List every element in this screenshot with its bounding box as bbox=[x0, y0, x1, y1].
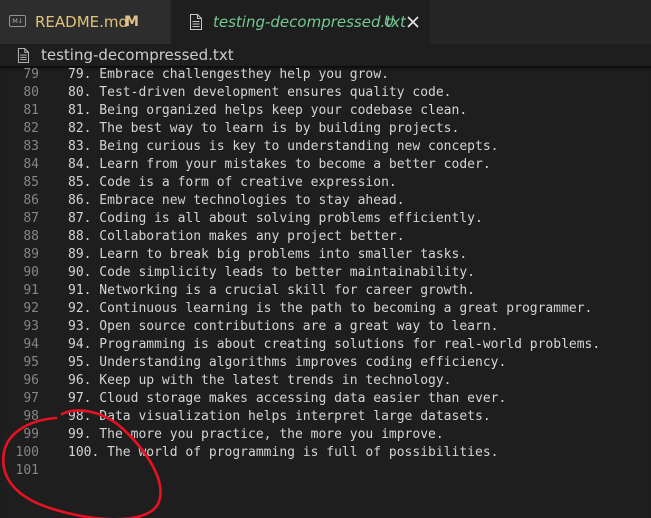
line-text: 87. Coding is all about solving problems… bbox=[68, 211, 483, 226]
line-text: 99. The more you practice, the more you … bbox=[68, 427, 444, 442]
code-line[interactable]: 91 91. Networking is a crucial skill for … bbox=[0, 282, 651, 300]
code-line[interactable]: 80 80. Test-driven development ensures qu… bbox=[0, 84, 651, 102]
line-text: 98. Data visualization helps interpret l… bbox=[68, 409, 491, 424]
code-line[interactable]: 92 92. Continuous learning is the path to… bbox=[0, 300, 651, 318]
line-number: 80 bbox=[23, 85, 39, 100]
line-number: 82 bbox=[23, 121, 39, 136]
line-text: 97. Cloud storage makes accessing data e… bbox=[68, 391, 507, 406]
code-line[interactable]: 84 84. Learn from your mistakes to become… bbox=[0, 156, 651, 174]
line-number: 92 bbox=[23, 301, 39, 316]
code-line[interactable]: 98 98. Data visualization helps interpret… bbox=[0, 408, 651, 426]
tab-readme-label: README.md bbox=[35, 13, 129, 31]
line-number: 97 bbox=[23, 391, 39, 406]
tab-readme[interactable]: M↓ README.md M bbox=[0, 0, 171, 44]
line-number: 94 bbox=[23, 337, 39, 352]
line-number: 95 bbox=[23, 355, 39, 370]
markdown-icon: M↓ bbox=[9, 15, 26, 27]
line-number: 79 bbox=[23, 67, 39, 82]
line-number: 89 bbox=[23, 247, 39, 262]
untracked-badge: U bbox=[384, 14, 395, 30]
code-line[interactable]: 100 100. The world of programming is full… bbox=[0, 444, 651, 462]
line-text: 90. Code simplicity leads to better main… bbox=[68, 265, 475, 280]
breadcrumb-file[interactable]: testing-decompressed.txt bbox=[41, 46, 234, 64]
tab-testing-decompressed-label: testing-decompressed.txt bbox=[213, 13, 406, 31]
line-number: 99 bbox=[23, 427, 39, 442]
line-text: 92. Continuous learning is the path to b… bbox=[68, 301, 593, 316]
code-line[interactable]: 79 79. Embrace challengesthey help you gr… bbox=[0, 66, 651, 84]
code-line[interactable]: 89 89. Learn to break big problems into s… bbox=[0, 246, 651, 264]
breadcrumb: testing-decompressed.txt bbox=[0, 44, 651, 66]
line-text: 79. Embrace challengesthey help you grow… bbox=[68, 67, 389, 82]
line-text: 88. Collaboration makes any project bett… bbox=[68, 229, 405, 244]
modified-badge: M bbox=[125, 14, 139, 30]
text-file-icon bbox=[17, 48, 29, 63]
code-line[interactable]: 101 bbox=[0, 462, 651, 480]
line-number: 91 bbox=[23, 283, 39, 298]
line-number: 85 bbox=[23, 175, 39, 190]
code-line[interactable]: 81 81. Being organized helps keep your co… bbox=[0, 102, 651, 120]
line-number: 81 bbox=[23, 103, 39, 118]
line-text: 82. The best way to learn is by building… bbox=[68, 121, 460, 136]
code-line[interactable]: 95 95. Understanding algorithms improves … bbox=[0, 354, 651, 372]
line-text: 94. Programming is about creating soluti… bbox=[68, 337, 601, 352]
line-text: 93. Open source contributions are a grea… bbox=[68, 319, 499, 334]
tab-testing-decompressed[interactable]: testing-decompressed.txt U bbox=[172, 0, 430, 44]
code-line[interactable]: 93 93. Open source contributions are a gr… bbox=[0, 318, 651, 336]
line-text: 95. Understanding algorithms improves co… bbox=[68, 355, 507, 370]
line-text: 100. The world of programming is full of… bbox=[68, 445, 499, 460]
line-text: 86. Embrace new technologies to stay ahe… bbox=[68, 193, 405, 208]
line-text: 81. Being organized helps keep your code… bbox=[68, 103, 468, 118]
line-number: 84 bbox=[23, 157, 39, 172]
text-file-icon bbox=[190, 14, 202, 30]
line-number: 98 bbox=[23, 409, 39, 424]
line-number: 90 bbox=[23, 265, 39, 280]
code-line[interactable]: 87 87. Coding is all about solving proble… bbox=[0, 210, 651, 228]
tab-bar: M↓ README.md M testing-decompressed.txt … bbox=[0, 0, 651, 44]
line-number: 86 bbox=[23, 193, 39, 208]
close-icon[interactable] bbox=[404, 13, 422, 31]
line-text: 96. Keep up with the latest trends in te… bbox=[68, 373, 452, 388]
code-line[interactable]: 83 83. Being curious is key to understand… bbox=[0, 138, 651, 156]
line-text: 84. Learn from your mistakes to become a… bbox=[68, 157, 491, 172]
line-number: 101 bbox=[15, 463, 39, 478]
line-number: 88 bbox=[23, 229, 39, 244]
line-text: 91. Networking is a crucial skill for ca… bbox=[68, 283, 475, 298]
code-line[interactable]: 90 90. Code simplicity leads to better ma… bbox=[0, 264, 651, 282]
line-text: 80. Test-driven development ensures qual… bbox=[68, 85, 452, 100]
line-text: 85. Code is a form of creative expressio… bbox=[68, 175, 397, 190]
line-text: 89. Learn to break big problems into sma… bbox=[68, 247, 468, 262]
code-line[interactable]: 96 96. Keep up with the latest trends in … bbox=[0, 372, 651, 390]
code-line[interactable]: 97 97. Cloud storage makes accessing data… bbox=[0, 390, 651, 408]
line-number: 83 bbox=[23, 139, 39, 154]
line-number: 93 bbox=[23, 319, 39, 334]
code-line[interactable]: 86 86. Embrace new technologies to stay a… bbox=[0, 192, 651, 210]
code-line[interactable]: 94 94. Programming is about creating solu… bbox=[0, 336, 651, 354]
line-text: 83. Being curious is key to understandin… bbox=[68, 139, 499, 154]
line-number: 87 bbox=[23, 211, 39, 226]
editor-area[interactable]: 79 79. Embrace challengesthey help you gr… bbox=[0, 66, 651, 518]
code-line[interactable]: 99 99. The more you practice, the more yo… bbox=[0, 426, 651, 444]
code-line[interactable]: 82 82. The best way to learn is by buildi… bbox=[0, 120, 651, 138]
code-line[interactable]: 88 88. Collaboration makes any project be… bbox=[0, 228, 651, 246]
line-number: 96 bbox=[23, 373, 39, 388]
line-number: 100 bbox=[15, 445, 39, 460]
code-line[interactable]: 85 85. Code is a form of creative express… bbox=[0, 174, 651, 192]
